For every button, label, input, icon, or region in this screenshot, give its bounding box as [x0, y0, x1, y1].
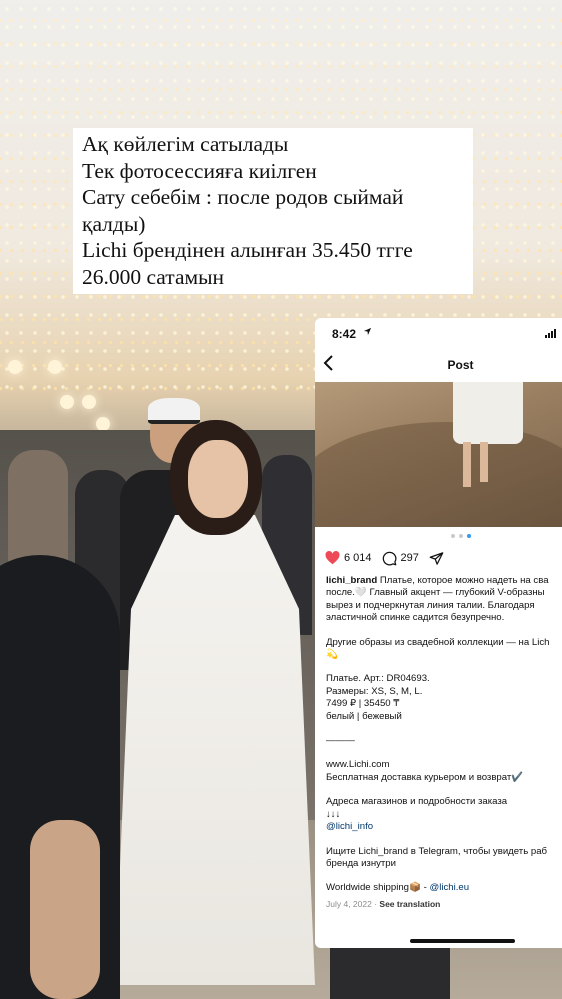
caption-line: 26.000 сатамын — [82, 264, 225, 289]
carousel-indicator — [315, 534, 562, 538]
mention-link[interactable]: @lichi.eu — [429, 882, 469, 893]
arrows: ↓↓↓ — [326, 808, 341, 820]
white-dress — [115, 515, 315, 985]
caption-line: қалды) — [82, 211, 146, 236]
telegram-text: бренда изнутри — [326, 857, 397, 869]
story-caption: Ақ көйлегім сатылады Тек фотосессияға ки… — [73, 128, 473, 294]
heart-icon[interactable] — [325, 550, 340, 565]
colors: белый | бежевый — [326, 710, 402, 722]
post-header: Post — [315, 350, 562, 382]
carousel-dot — [458, 534, 463, 538]
stores-text: Адреса магазинов и подробности заказа — [326, 796, 508, 808]
status-bar: 8:42 — [315, 318, 562, 350]
sizes: Размеры: XS, S, M, L. — [326, 685, 423, 697]
caption-text: эластичной спинке садится безупречно. — [326, 612, 505, 624]
username[interactable]: lichi_brand — [326, 575, 377, 586]
website: www.Lichi.com — [326, 759, 390, 771]
share-icon[interactable] — [429, 551, 444, 566]
caption-text: Другие образы из свадебной коллекции — н… — [326, 636, 550, 648]
like-count[interactable]: 6 014 — [344, 552, 372, 564]
mention-link[interactable]: @lichi_info — [326, 821, 562, 833]
delivery-text: Бесплатная доставка курьером и возврат✔️ — [326, 771, 524, 783]
post-date: July 4, 2022 — [326, 898, 372, 909]
post-meta: July 4, 2022 · See translation — [326, 898, 441, 909]
dress-hem — [453, 382, 523, 444]
caption-text: 💫 — [326, 649, 338, 661]
post-caption: lichi_brand Платье, которое можно надеть… — [326, 575, 562, 910]
foreground-arm — [30, 820, 100, 999]
caption-line: Сату себебім : после родов сыймай — [82, 185, 404, 209]
post-actions: 6 014 297 — [325, 548, 444, 568]
caption-text: вырез и подчеркнутая линия талии. Благод… — [326, 599, 535, 611]
caption-text: после.🤍 Главный акцент — глубокий V-обра… — [326, 587, 545, 599]
telegram-text: Ищите Lichi_brand в Telegram, чтобы увид… — [326, 845, 548, 857]
divider: ——— — [326, 735, 355, 747]
caption-line: Lichi брендінен алынған 35.450 тгге — [82, 238, 413, 262]
instagram-post-screenshot: 8:42 Post 6 014 297 lichi_brand Платье, … — [315, 318, 562, 948]
post-image[interactable] — [315, 382, 562, 527]
status-time: 8:42 — [332, 327, 357, 341]
background-legs — [330, 945, 450, 999]
caption-text: Платье, которое можно надеть на сва — [379, 575, 549, 586]
carousel-dot-active — [466, 534, 471, 538]
woman-face — [188, 440, 248, 518]
caption-line: Тек фотосессияға киілген — [82, 158, 317, 183]
location-arrow-icon — [363, 327, 372, 339]
price: 7499 ₽ | 35450 ₸ — [326, 698, 400, 710]
page-title: Post — [447, 358, 474, 372]
comment-count[interactable]: 297 — [401, 552, 419, 564]
home-indicator — [410, 939, 515, 943]
signal-icon — [545, 329, 559, 338]
kalpak-hat — [148, 398, 200, 424]
shipping-text: Worldwide shipping📦 - — [326, 882, 430, 894]
comment-icon[interactable] — [382, 551, 397, 566]
carousel-dot — [450, 534, 455, 538]
article-number: Платье. Арт.: DR04693. — [326, 673, 430, 685]
see-translation-link[interactable]: See translation — [379, 899, 440, 909]
caption-line: Ақ көйлегім сатылады — [82, 132, 289, 156]
